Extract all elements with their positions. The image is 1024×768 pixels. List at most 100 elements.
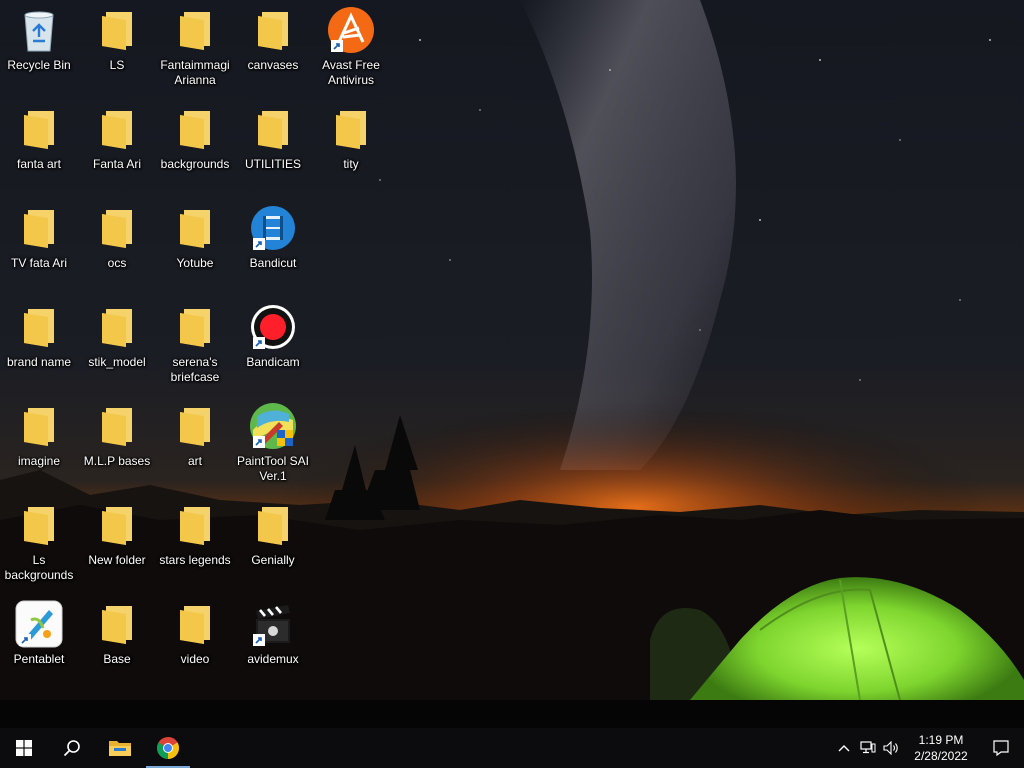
desktop-icon-backgrounds[interactable]: backgrounds <box>156 99 234 191</box>
desktop-icons-area: Recycle Bin LS Fantaimmagi Arianna canvases… <box>0 0 1024 728</box>
folder-icon <box>93 105 141 153</box>
desktop-icon-label: Ls backgrounds <box>4 553 74 582</box>
folder-icon <box>171 402 219 450</box>
desktop-icon-bandicam[interactable]: Bandicam <box>234 297 312 389</box>
folder-icon <box>93 402 141 450</box>
desktop-icon-label: Yotube <box>176 256 214 270</box>
clock-date: 2/28/2022 <box>914 749 968 763</box>
desktop-icon-label: fanta art <box>16 157 62 171</box>
desktop-icon-stars-legends[interactable]: stars legends <box>156 495 234 587</box>
clock[interactable]: 1:19 PM 2/28/2022 <box>904 732 978 764</box>
network-button[interactable] <box>856 728 880 768</box>
desktop-icon-label: stik_model <box>88 355 146 369</box>
desktop-icon-video[interactable]: video <box>156 594 234 686</box>
desktop-icon-label: Base <box>103 652 131 666</box>
folder-icon <box>93 204 141 252</box>
folder-icon <box>327 105 375 153</box>
avidemux-icon <box>249 600 297 648</box>
desktop-icon-imagine[interactable]: imagine <box>0 396 78 488</box>
desktop-icon-serena-s-briefcase[interactable]: serena's briefcase <box>156 297 234 389</box>
desktop-icon-new-folder[interactable]: New folder <box>78 495 156 587</box>
file-explorer-button[interactable] <box>96 728 144 768</box>
desktop-icon-bandicut[interactable]: Bandicut <box>234 198 312 290</box>
desktop-icon-label: Bandicut <box>249 256 297 270</box>
desktop-icon-ls[interactable]: LS <box>78 0 156 92</box>
start-button[interactable] <box>0 728 48 768</box>
desktop-icon-label: ocs <box>107 256 127 270</box>
search-button[interactable] <box>48 728 96 768</box>
avast-icon <box>327 6 375 54</box>
folder-icon <box>15 402 63 450</box>
folder-icon <box>93 600 141 648</box>
desktop-icon-utilities[interactable]: UTILITIES <box>234 99 312 191</box>
desktop-icon-genially[interactable]: Genially <box>234 495 312 587</box>
folder-icon <box>171 204 219 252</box>
folder-icon <box>15 501 63 549</box>
desktop-icon-m-l-p-bases[interactable]: M.L.P bases <box>78 396 156 488</box>
recycle-bin-icon <box>15 6 63 54</box>
folder-icon <box>171 303 219 351</box>
desktop-icon-label: Genially <box>251 553 295 567</box>
file-explorer-icon <box>109 741 131 756</box>
action-center-button[interactable] <box>978 728 1024 768</box>
desktop-icon-stik-model[interactable]: stik_model <box>78 297 156 389</box>
chrome-button[interactable] <box>144 728 192 768</box>
pentablet-icon <box>15 600 63 648</box>
bandicut-icon <box>249 204 297 252</box>
desktop-icon-recycle-bin[interactable]: Recycle Bin <box>0 0 78 92</box>
desktop-icon-label: PaintTool SAI Ver.1 <box>236 454 310 483</box>
desktop-icon-canvases[interactable]: canvases <box>234 0 312 92</box>
folder-icon <box>171 501 219 549</box>
desktop-icon-art[interactable]: art <box>156 396 234 488</box>
desktop-icon-fanta-ari[interactable]: Fanta Ari <box>78 99 156 191</box>
desktop-icon-label: Pentablet <box>13 652 65 666</box>
desktop-icon-yotube[interactable]: Yotube <box>156 198 234 290</box>
desktop-icon-label: serena's briefcase <box>170 355 220 384</box>
folder-icon <box>171 105 219 153</box>
desktop-icon-label: imagine <box>17 454 61 468</box>
desktop-icon-label: Avast Free Antivirus <box>322 58 380 87</box>
desktop-icon-label: Recycle Bin <box>7 58 71 72</box>
desktop-icon-ocs[interactable]: ocs <box>78 198 156 290</box>
desktop-icon-label: TV fata Ari <box>10 256 68 270</box>
desktop-icon-brand-name[interactable]: brand name <box>0 297 78 389</box>
desktop-icon-label: Bandicam <box>246 355 300 369</box>
desktop-icon-label: UTILITIES <box>244 157 301 171</box>
painttool-sai-icon <box>249 402 297 450</box>
desktop-icon-avast-free-antivirus[interactable]: Avast Free Antivirus <box>312 0 390 92</box>
desktop-icon-label: tity <box>343 157 359 171</box>
volume-button[interactable] <box>880 728 904 768</box>
folder-icon <box>93 501 141 549</box>
desktop-icon-label: brand name <box>6 355 72 369</box>
desktop-icon-fanta-art[interactable]: fanta art <box>0 99 78 191</box>
desktop-icon-tity[interactable]: tity <box>312 99 390 191</box>
network-icon <box>860 741 876 754</box>
desktop-icon-painttool-sai-ver-1[interactable]: PaintTool SAI Ver.1 <box>234 396 312 488</box>
desktop-icon-base[interactable]: Base <box>78 594 156 686</box>
desktop-icon-label: avidemux <box>247 652 299 666</box>
folder-icon <box>15 303 63 351</box>
desktop-icon-tv-fata-ari[interactable]: TV fata Ari <box>0 198 78 290</box>
show-hidden-icons-button[interactable] <box>832 728 856 768</box>
windows-logo-icon <box>16 740 32 756</box>
folder-icon <box>93 6 141 54</box>
volume-icon <box>883 741 898 755</box>
folder-icon <box>15 204 63 252</box>
desktop-icon-label: M.L.P bases <box>83 454 151 468</box>
folder-icon <box>249 105 297 153</box>
desktop-icon-label: New folder <box>88 553 146 567</box>
bandicam-icon <box>249 303 297 351</box>
desktop-icon-label: stars legends <box>159 553 231 567</box>
chevron-up-icon <box>838 745 850 752</box>
system-tray: 1:19 PM 2/28/2022 <box>832 728 1024 768</box>
search-icon <box>63 740 80 757</box>
folder-icon <box>249 6 297 54</box>
folder-icon <box>249 501 297 549</box>
chrome-icon <box>157 737 179 759</box>
desktop-icon-ls-backgrounds[interactable]: Ls backgrounds <box>0 495 78 587</box>
desktop-icon-avidemux[interactable]: avidemux <box>234 594 312 686</box>
desktop-icon-fantaimmagi-arianna[interactable]: Fantaimmagi Arianna <box>156 0 234 92</box>
desktop-icon-label: art <box>187 454 202 468</box>
desktop-icon-pentablet[interactable]: Pentablet <box>0 594 78 686</box>
folder-icon <box>171 6 219 54</box>
